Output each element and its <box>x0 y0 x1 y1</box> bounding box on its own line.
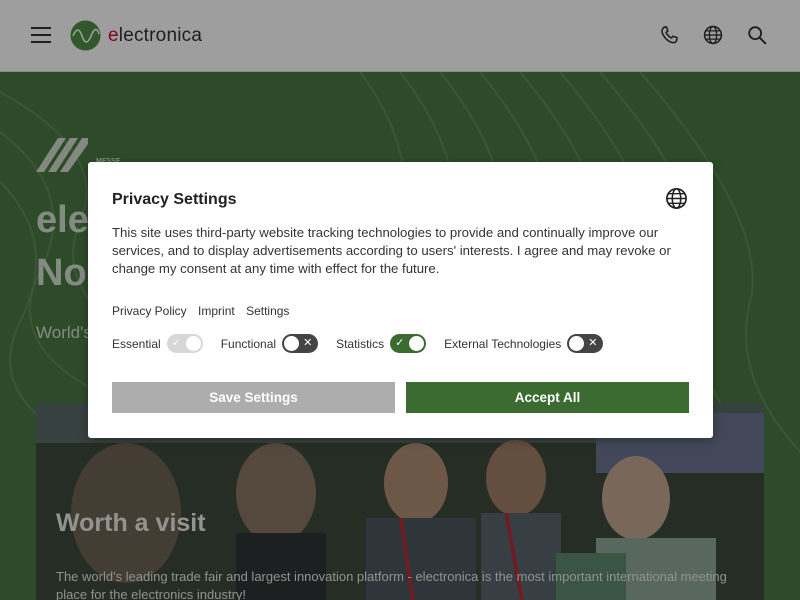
external-technologies-switch[interactable]: ✕ <box>567 334 604 353</box>
essential-switch: ✓ <box>166 334 203 353</box>
toggle-label: Statistics <box>336 336 385 351</box>
x-icon: ✕ <box>303 337 313 349</box>
language-globe-icon[interactable] <box>665 187 688 210</box>
functional-switch[interactable]: ✕ <box>282 334 319 353</box>
toggle-essential: Essential ✓ <box>112 334 203 353</box>
dialog-description: This site uses third-party website track… <box>112 225 671 276</box>
consent-toggles: Essential ✓ Functional ✕ Statistics ✓ Ex… <box>112 334 621 353</box>
toggle-external-technologies: External Technologies ✕ <box>444 334 604 353</box>
privacy-policy-link[interactable]: Privacy Policy <box>112 304 187 318</box>
toggle-label: Essential <box>112 336 161 351</box>
imprint-link[interactable]: Imprint <box>198 304 235 318</box>
accept-all-button[interactable]: Accept All <box>406 382 689 413</box>
settings-link[interactable]: Settings <box>246 304 289 318</box>
save-settings-button[interactable]: Save Settings <box>112 382 395 413</box>
dialog-links: Privacy Policy Imprint Settings <box>112 304 297 318</box>
dialog-title: Privacy Settings <box>112 191 237 208</box>
toggle-statistics: Statistics ✓ <box>336 334 427 353</box>
statistics-switch[interactable]: ✓ <box>390 334 427 353</box>
x-icon: ✕ <box>588 337 598 349</box>
check-icon: ✓ <box>395 337 405 349</box>
check-icon: ✓ <box>171 337 181 349</box>
toggle-functional: Functional ✕ <box>220 334 319 353</box>
privacy-settings-dialog: Privacy Settings This site uses third-pa… <box>88 162 713 438</box>
toggle-label: Functional <box>220 336 277 351</box>
toggle-label: External Technologies <box>444 336 562 351</box>
